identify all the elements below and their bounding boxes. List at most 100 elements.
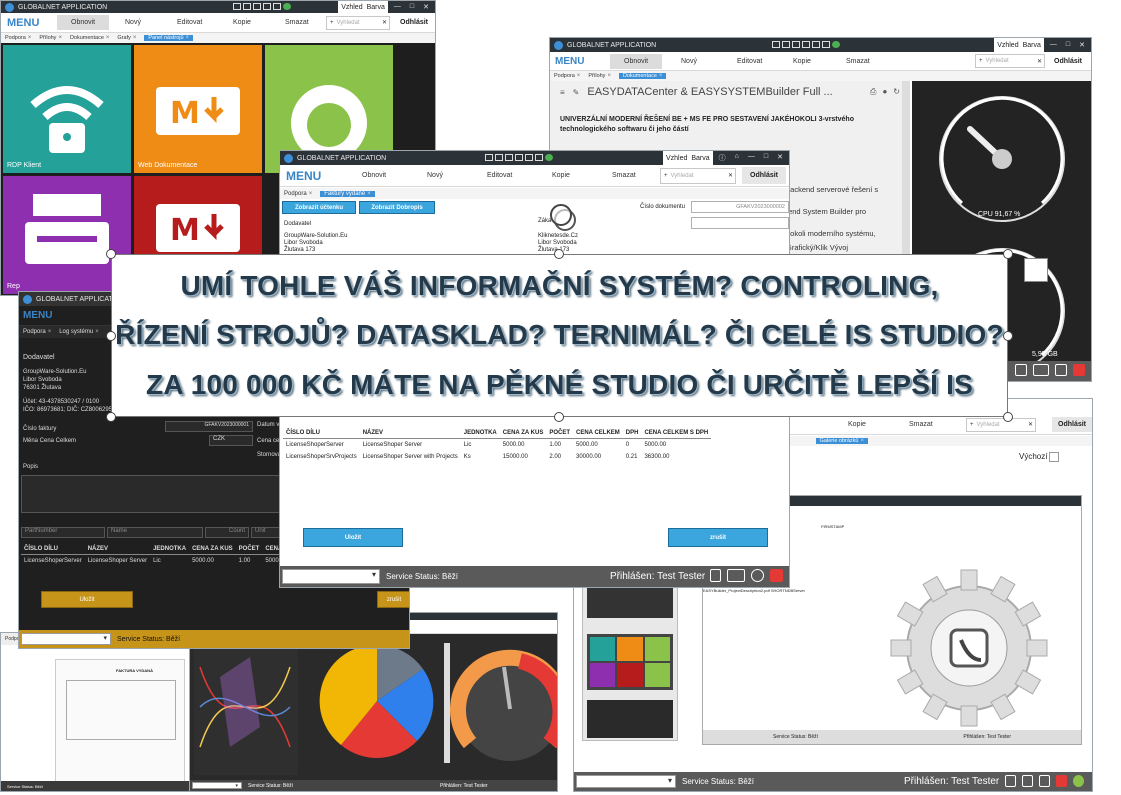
resize-handle[interactable] xyxy=(1003,249,1013,259)
resize-handle[interactable] xyxy=(1003,331,1013,341)
clear-icon[interactable]: ✕ xyxy=(1028,421,1035,428)
maximize-icon[interactable]: □ xyxy=(410,3,414,11)
view-label[interactable]: Vzhled xyxy=(341,4,362,11)
resize-handle[interactable] xyxy=(106,249,116,259)
logout-button[interactable]: Odhlásit xyxy=(1052,417,1092,432)
document-icon[interactable] xyxy=(1024,258,1048,282)
thumbnail[interactable] xyxy=(587,700,673,738)
part-filter-input[interactable]: PartNumber xyxy=(21,527,105,538)
menu-copy[interactable]: Kopie xyxy=(552,172,570,179)
module-select[interactable] xyxy=(576,774,676,789)
print-icon[interactable]: ⎙ xyxy=(870,87,876,97)
clear-icon[interactable]: ✕ xyxy=(1037,58,1044,65)
save-button[interactable]: Uložit xyxy=(41,591,133,608)
count-filter-input[interactable]: Count xyxy=(205,527,249,538)
menu-copy[interactable]: Kopie xyxy=(233,19,251,26)
clear-icon[interactable]: ✕ xyxy=(382,19,389,26)
logout-button[interactable]: Odhlásit xyxy=(742,167,787,184)
search-input[interactable]: + Vyhledat ✕ xyxy=(975,54,1045,68)
resize-handle[interactable] xyxy=(554,249,564,259)
tab-support[interactable]: Podpora xyxy=(5,35,31,41)
menu-refresh[interactable]: Obnovit xyxy=(362,172,386,179)
default-checkbox[interactable] xyxy=(1049,452,1059,462)
module-select[interactable] xyxy=(192,781,242,790)
menu-copy[interactable]: Kopie xyxy=(793,58,811,65)
toolbar-icons[interactable] xyxy=(485,154,553,161)
menu-edit[interactable]: Editovat xyxy=(177,19,202,26)
status-icons[interactable] xyxy=(1005,775,1084,787)
thumbnail[interactable] xyxy=(587,634,673,690)
toolbar-icons[interactable] xyxy=(772,41,840,48)
menu-delete[interactable]: Smazat xyxy=(909,421,933,428)
github-icon[interactable]: ● xyxy=(882,87,887,97)
search-input[interactable]: + Vyhledat ✕ xyxy=(326,15,390,30)
logout-button[interactable]: Odhlásit xyxy=(1054,58,1082,65)
tile-web-docs[interactable]: M Web Dokumentace xyxy=(134,45,262,173)
close-icon[interactable]: ✕ xyxy=(777,153,783,163)
table-row[interactable]: LicenseShoperServer LicenseShoper Server L… xyxy=(283,439,711,452)
plus-icon[interactable]: + xyxy=(967,422,977,428)
show-invoice-button[interactable]: Zobrazit účtenku xyxy=(282,201,356,214)
tab-toolbar-panel[interactable]: Panel nástrojů xyxy=(144,35,194,41)
color-label[interactable]: Barva xyxy=(691,155,709,162)
menu-button[interactable]: MENU xyxy=(23,310,52,321)
status-icons[interactable] xyxy=(1015,364,1085,376)
tab-gallery[interactable]: Galerie obrázků xyxy=(815,438,868,444)
plus-icon[interactable]: + xyxy=(661,173,671,179)
currency-select[interactable]: CZK xyxy=(209,435,253,446)
close-icon[interactable]: ✕ xyxy=(423,3,429,11)
menu-copy[interactable]: Kopie xyxy=(848,421,866,428)
thumbnail-list[interactable] xyxy=(582,573,678,741)
hamburger-icon[interactable]: ≡ xyxy=(560,88,565,97)
resize-handle[interactable] xyxy=(1003,412,1013,422)
doc-field-2[interactable] xyxy=(691,217,789,229)
menu-refresh[interactable]: Obnovit xyxy=(610,53,663,69)
resize-handle[interactable] xyxy=(106,331,116,341)
info-icon[interactable]: ⓘ xyxy=(719,153,726,163)
pencil-icon[interactable]: ✎ xyxy=(573,88,580,97)
tab-invoices[interactable]: Faktury vydané xyxy=(320,190,375,197)
color-label[interactable]: Barva xyxy=(367,4,385,11)
home-icon[interactable]: ⌂ xyxy=(735,153,739,163)
invoice-number-field[interactable]: GFAKV2023000001 xyxy=(165,421,253,432)
tab-system-log[interactable]: Log systému xyxy=(59,329,99,335)
tab-support[interactable]: Podpora xyxy=(554,73,580,79)
tab-docs[interactable]: Dokumentace xyxy=(618,73,667,79)
cancel-button[interactable]: zrušit xyxy=(377,591,409,608)
cancel-button[interactable]: zrušit xyxy=(668,528,768,547)
name-filter-input[interactable]: Name xyxy=(107,527,203,538)
view-label[interactable]: Vzhled xyxy=(997,42,1018,49)
doc-number-field[interactable]: GFAKV2023000002 xyxy=(691,201,789,213)
status-icons[interactable] xyxy=(710,569,783,582)
tab-attachments[interactable]: Přílohy xyxy=(588,73,611,79)
menu-new[interactable]: Nový xyxy=(427,172,443,179)
menu-new[interactable]: Nový xyxy=(125,19,141,26)
menu-new[interactable]: Nový xyxy=(681,58,697,65)
menu-refresh[interactable]: Obnovit xyxy=(57,15,110,30)
tab-support[interactable]: Podpora xyxy=(23,329,51,335)
tile-rdp[interactable]: RDP Klient xyxy=(3,45,131,173)
module-select[interactable] xyxy=(282,569,380,584)
clear-icon[interactable]: ✕ xyxy=(728,172,735,179)
table-row[interactable]: LicenseShoperServer LicenseShoper Server L… xyxy=(21,555,312,568)
show-credit-note-button[interactable]: Zobrazit Dobropis xyxy=(359,201,435,214)
close-icon[interactable]: ✕ xyxy=(1079,41,1085,49)
minimize-icon[interactable]: — xyxy=(1050,41,1057,49)
table-row[interactable]: LicenseShoperSrvProjects LicenseShoper Se… xyxy=(283,451,711,463)
maximize-icon[interactable]: □ xyxy=(764,153,768,163)
tab-graphs[interactable]: Grafy xyxy=(117,35,136,41)
refresh-icon[interactable]: ↻ xyxy=(893,87,900,97)
resize-handle[interactable] xyxy=(106,412,116,422)
tab-attachments[interactable]: Přílohy xyxy=(39,35,62,41)
menu-button[interactable]: MENU xyxy=(7,17,39,29)
menu-delete[interactable]: Smazat xyxy=(612,172,636,179)
maximize-icon[interactable]: □ xyxy=(1066,41,1070,49)
color-label[interactable]: Barva xyxy=(1023,42,1041,49)
plus-icon[interactable]: + xyxy=(327,20,337,26)
menu-edit[interactable]: Editovat xyxy=(737,58,762,65)
menu-delete[interactable]: Smazat xyxy=(285,19,309,26)
search-input[interactable]: + Vyhledat ✕ xyxy=(660,167,736,184)
plus-icon[interactable]: + xyxy=(976,58,986,64)
minimize-icon[interactable]: — xyxy=(394,3,401,11)
search-input[interactable]: + Vyhledat ✕ xyxy=(966,417,1036,432)
